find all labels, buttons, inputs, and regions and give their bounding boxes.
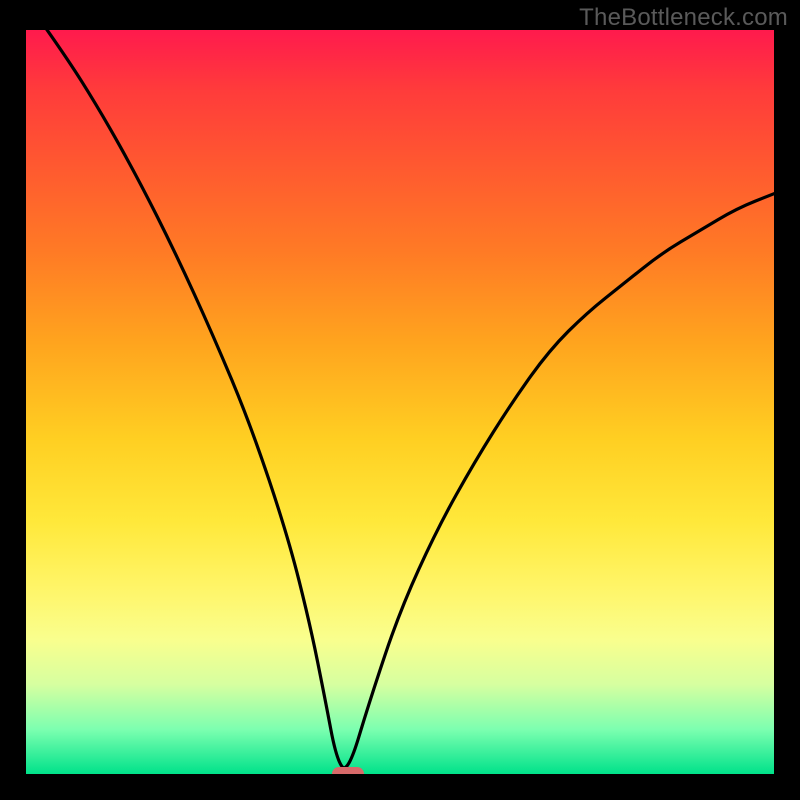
chart-frame: TheBottleneck.com [0,0,800,800]
bottleneck-curve [26,30,774,774]
plot-area [26,30,774,774]
optimal-marker [332,767,364,774]
watermark-text: TheBottleneck.com [579,4,788,32]
